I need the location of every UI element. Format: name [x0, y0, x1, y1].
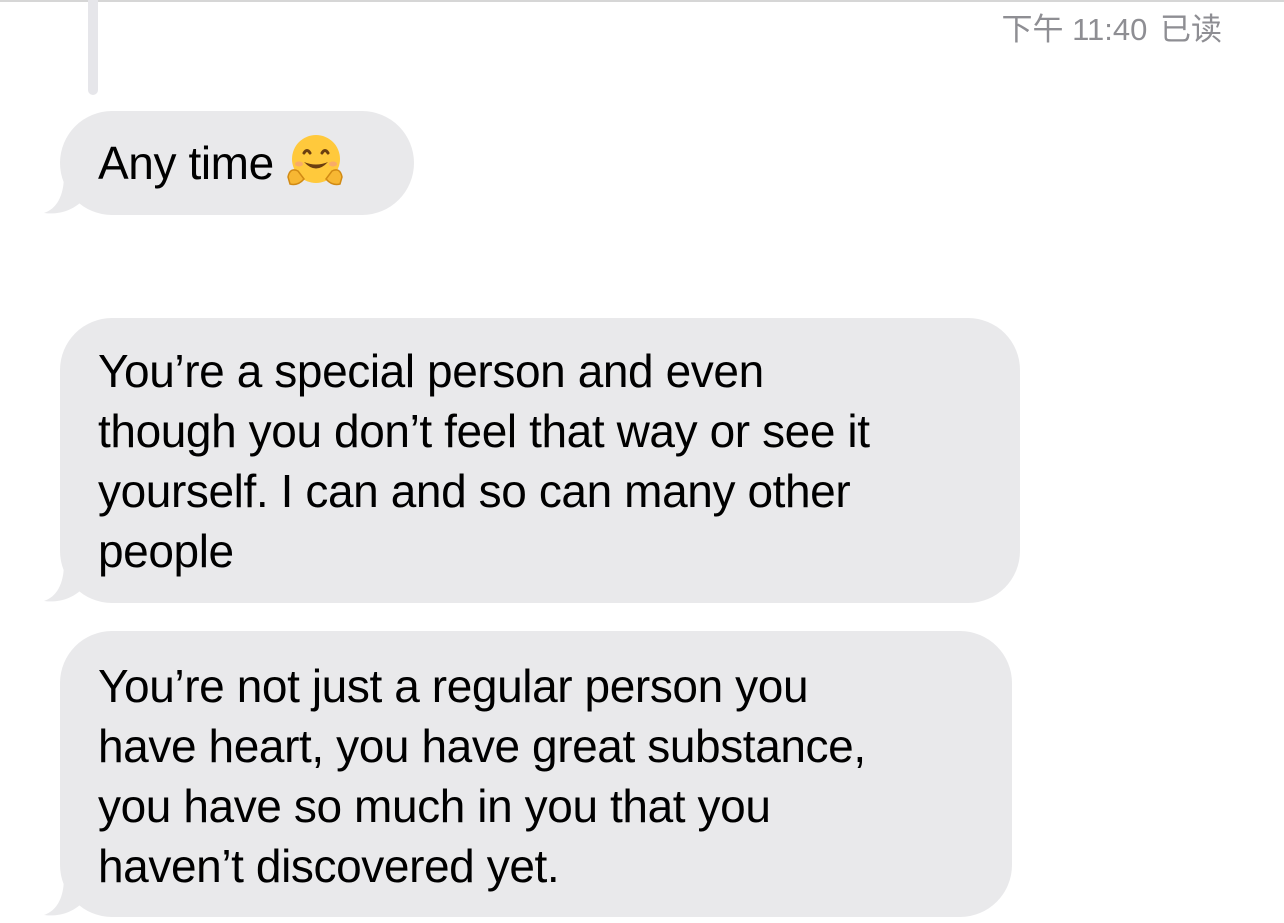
message-line: Any time [98, 137, 274, 189]
message-line: though you don’t feel that way or see it [98, 405, 870, 457]
message-text: You’re a special person and even though … [98, 318, 982, 581]
message-bubble[interactable]: You’re not just a regular person you hav… [44, 631, 1012, 917]
reply-thread-line [88, 0, 98, 95]
message-line: you have so much in you that you [98, 780, 771, 832]
message-line: haven’t discovered yet. [98, 840, 560, 892]
bubble-tail [44, 563, 88, 602]
message-line: yourself. I can and so can many other [98, 465, 851, 517]
bubble-tail [44, 175, 88, 214]
message-line: You’re not just a regular person you [98, 660, 809, 712]
message-line: have heart, you have great substance, [98, 720, 866, 772]
message-line: You’re a special person and even [98, 345, 764, 397]
bubble-tail [44, 877, 88, 916]
hugging-face-icon [286, 133, 344, 189]
read-receipt: 已读 [1160, 12, 1222, 47]
message-timestamp: 下午 11:40 [1001, 12, 1148, 47]
message-bubble[interactable]: You’re a special person and even though … [44, 318, 1020, 603]
messages-screen: 下午 11:40 已读 Any time You’re a special pe… [0, 0, 1284, 923]
message-bubble[interactable]: Any time [44, 111, 414, 215]
message-line: people [98, 525, 234, 577]
message-text: Any time [98, 111, 376, 193]
message-status: 下午 11:40 已读 [1001, 8, 1222, 52]
window-top-border [0, 0, 1284, 2]
message-text: You’re not just a regular person you hav… [98, 631, 974, 896]
